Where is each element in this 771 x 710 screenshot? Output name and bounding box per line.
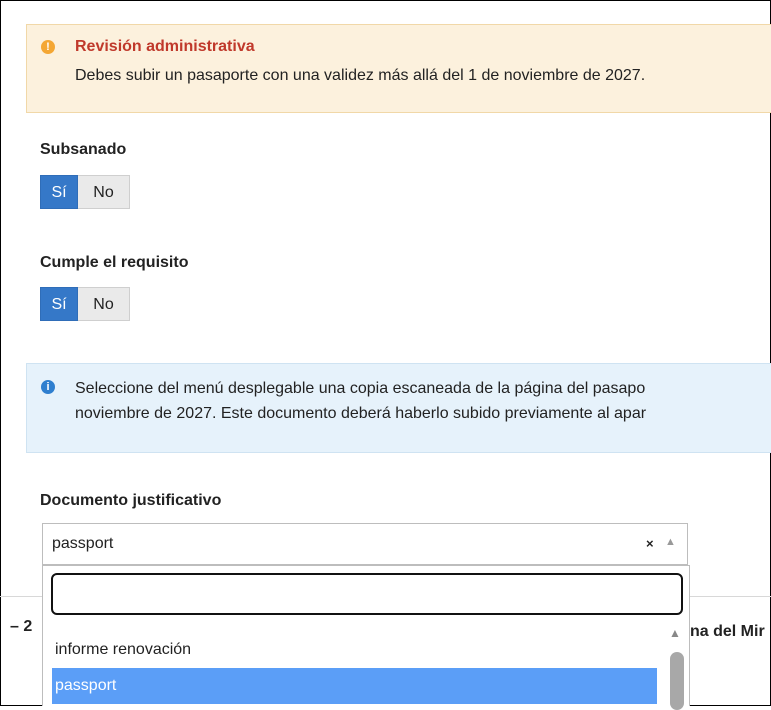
alert-message: Debes subir un pasaporte con una validez… bbox=[75, 67, 646, 84]
section-heading-fragment-right: na del Mir bbox=[690, 623, 765, 640]
info-line-1: Seleccione del menú desplegable una copi… bbox=[75, 380, 646, 397]
info-message: Seleccione del menú desplegable una copi… bbox=[75, 376, 646, 426]
subsanado-toggle: Sí No bbox=[40, 175, 130, 209]
scroll-up-icon[interactable]: ▲ bbox=[669, 626, 681, 640]
clear-selection-icon[interactable]: × bbox=[646, 536, 654, 551]
documento-justificativo-label: Documento justificativo bbox=[40, 492, 222, 509]
cumple-requisito-toggle: Sí No bbox=[40, 287, 130, 321]
cumple-no-button[interactable]: No bbox=[78, 287, 130, 321]
section-heading-fragment: – 2 bbox=[10, 618, 33, 635]
subsanado-label: Subsanado bbox=[40, 141, 127, 158]
dropdown-scrollbar[interactable] bbox=[670, 652, 684, 710]
option-passport[interactable]: passport bbox=[52, 668, 657, 704]
select-value: passport bbox=[52, 535, 114, 552]
subsanado-yes-button[interactable]: Sí bbox=[40, 175, 78, 209]
info-circle-icon: i bbox=[41, 380, 55, 394]
alert-title: Revisión administrativa bbox=[75, 38, 255, 55]
chevron-up-icon[interactable]: ▲ bbox=[665, 536, 676, 548]
cumple-yes-button[interactable]: Sí bbox=[40, 287, 78, 321]
info-line-2: noviembre de 2027. Este documento deberá… bbox=[75, 405, 647, 422]
cumple-requisito-label: Cumple el requisito bbox=[40, 254, 189, 271]
select-dropdown: informe renovación passport ▲ bbox=[42, 565, 690, 710]
subsanado-no-button[interactable]: No bbox=[78, 175, 130, 209]
dropdown-search-input[interactable] bbox=[51, 573, 683, 615]
info-alert: i Seleccione del menú desplegable una co… bbox=[26, 363, 771, 453]
warning-circle-icon: ! bbox=[41, 40, 55, 54]
option-informe-renovacion[interactable]: informe renovación bbox=[52, 632, 657, 668]
document-select[interactable]: passport × ▲ bbox=[42, 523, 688, 565]
administrative-review-alert: ! Revisión administrativa Debes subir un… bbox=[26, 24, 771, 113]
